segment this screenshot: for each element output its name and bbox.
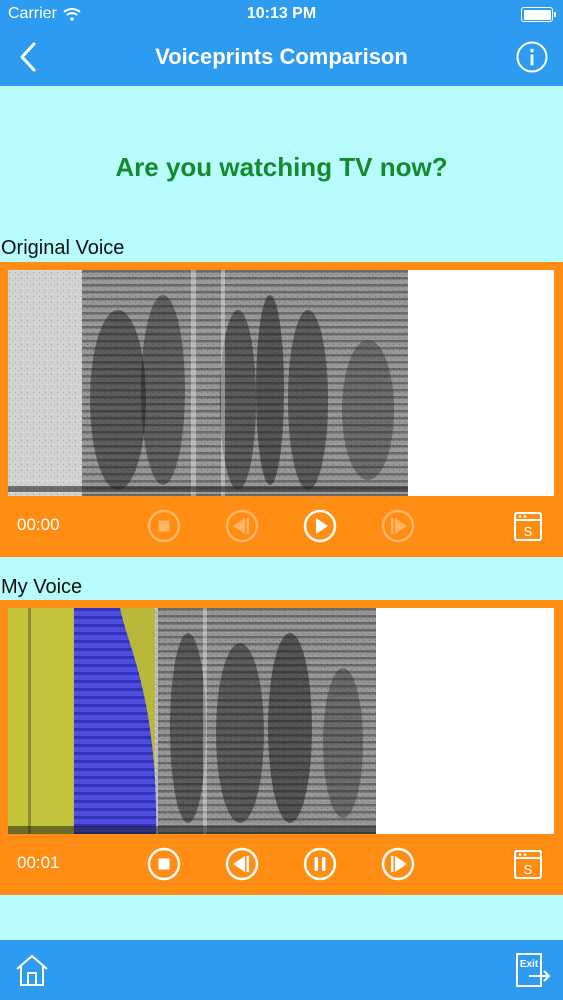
my-voice-s-button[interactable]: S: [513, 848, 543, 880]
original-s-button[interactable]: S: [513, 510, 543, 542]
my-voice-label: My Voice: [1, 576, 83, 598]
pause-icon: [303, 847, 337, 881]
info-icon: [516, 41, 548, 73]
svg-text:S: S: [524, 862, 533, 877]
save-icon: S: [514, 512, 542, 541]
header: Carrier 10:13 PM Voiceprints Comparison: [0, 0, 563, 86]
my-voice-controls: 00:01 S: [0, 836, 563, 892]
rewind-icon: [225, 509, 259, 543]
bottom-toolbar: Exit: [0, 940, 563, 1000]
my-voice-pause-button[interactable]: [303, 847, 337, 881]
info-button[interactable]: [515, 40, 549, 74]
my-voice-panel: 00:01 S: [0, 600, 563, 895]
original-controls: 00:00 S: [0, 498, 563, 554]
original-stop-button[interactable]: [147, 509, 181, 543]
original-rewind-button[interactable]: [225, 509, 259, 543]
status-bar: Carrier 10:13 PM: [0, 0, 563, 30]
my-voice-time: 00:01: [17, 853, 60, 872]
original-voice-label: Original Voice: [1, 237, 125, 259]
svg-text:S: S: [524, 524, 533, 539]
my-voice-rewind-button[interactable]: [225, 847, 259, 881]
original-voice-panel: 00:00 S: [0, 262, 563, 557]
svg-text:Exit: Exit: [520, 959, 539, 970]
original-play-button[interactable]: [303, 509, 337, 543]
home-button[interactable]: [14, 952, 50, 988]
home-icon: [16, 955, 48, 986]
page-title: Voiceprints Comparison: [155, 44, 408, 69]
battery-icon: [521, 7, 556, 22]
my-voice-stop-button[interactable]: [147, 847, 181, 881]
stop-icon: [147, 509, 181, 543]
status-time: 10:13 PM: [246, 5, 317, 22]
forward-icon: [381, 847, 415, 881]
stop-icon: [147, 847, 181, 881]
original-time: 00:00: [17, 515, 60, 534]
save-icon: S: [514, 850, 542, 879]
my-voice-forward-button[interactable]: [381, 847, 415, 881]
exit-button[interactable]: Exit: [515, 952, 551, 988]
play-icon: [303, 509, 337, 543]
question-text: Are you watching TV now?: [115, 152, 448, 182]
my-voice-spectrogram: [8, 608, 554, 834]
original-forward-button[interactable]: [381, 509, 415, 543]
forward-icon: [381, 509, 415, 543]
exit-icon: Exit: [516, 953, 551, 987]
original-spectrogram: [8, 270, 554, 496]
rewind-icon: [225, 847, 259, 881]
